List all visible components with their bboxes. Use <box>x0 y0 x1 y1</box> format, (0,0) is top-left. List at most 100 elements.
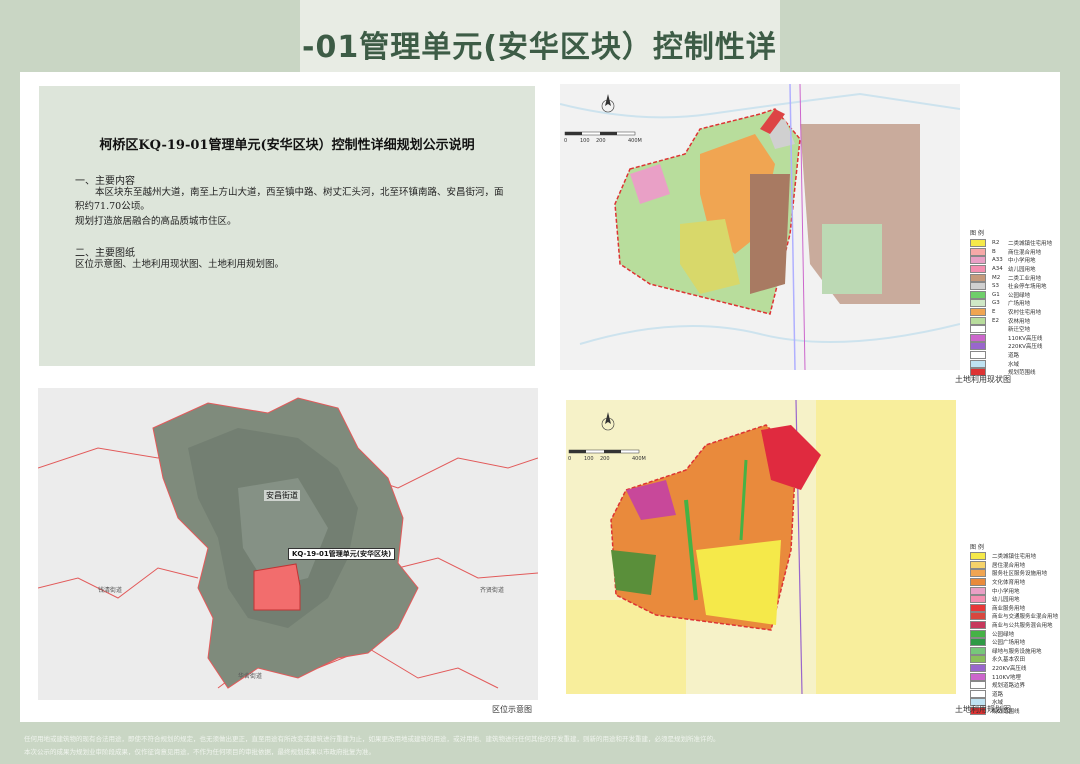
legend-code: E <box>992 309 996 316</box>
map-label-anchang: 安昌街道 <box>264 490 300 501</box>
legend-label: 社会停车场用地 <box>1008 284 1047 291</box>
legend-label: 农林用地 <box>1008 318 1031 325</box>
legend-label: 水域 <box>1008 361 1020 368</box>
location-map: 安昌街道 钱清街道 齐贤街道 华舍街道 KQ-19-01管理单元(安华区块) <box>38 388 538 700</box>
description-panel: 柯桥区KQ-19-01管理单元(安华区块）控制性详细规划公示说明 一、主要内容 … <box>39 86 535 366</box>
planned-landuse-map: 0 100 200 400M <box>566 400 956 694</box>
legend-item: M2 二类工业用地 <box>970 273 1052 282</box>
legend-swatch <box>970 351 986 360</box>
legend-swatch <box>970 552 986 561</box>
legend-label: 服务社区服务设施用地 <box>992 571 1048 578</box>
legend-swatch <box>970 239 986 248</box>
legend-label: 220KV高压线 <box>1008 344 1043 351</box>
legend-item: 道路 <box>970 689 1058 699</box>
legend-label: 公园绿地 <box>992 631 1015 638</box>
legend-swatch <box>970 664 986 673</box>
location-map-svg <box>38 388 538 700</box>
legend-swatch <box>970 681 986 690</box>
legend-item: 服务社区服务设施用地 <box>970 569 1058 578</box>
legend-label: 中小学用地 <box>1008 258 1036 265</box>
legend-label: 农村住宅用地 <box>1008 310 1042 317</box>
legend-code: M2 <box>992 274 1001 281</box>
plan-map-caption: 土地利用规划图 <box>955 705 1011 714</box>
legend-label: 110KV高压线 <box>1008 335 1043 342</box>
legend-label: 道路 <box>992 691 1004 698</box>
section2-heading: 二、主要图纸 <box>75 248 135 259</box>
legend-label: 二类工业用地 <box>1008 275 1042 282</box>
legend-swatch <box>970 265 986 274</box>
legend-item: 永久基本农田 <box>970 655 1058 664</box>
description-title: 柯桥区KQ-19-01管理单元(安华区块）控制性详细规划公示说明 <box>99 138 475 153</box>
legend-item: 公园广场用地 <box>970 638 1058 647</box>
legend-code: A33 <box>992 257 1003 264</box>
scale-400: 400M <box>628 138 642 144</box>
legend-label: 幼儿园用地 <box>992 597 1020 604</box>
footer-note-2: 本次公示的成果为规划业审阶段成果，仅作征询意见用途，不作为任何项目的审批依据，最… <box>24 748 375 756</box>
footer-note-1: 任何用地或建筑物的现有合法用途，即使不符合规划的规定，也无须做出更正，直至用途有… <box>24 735 720 743</box>
current-map-legend: 图 例 R2 二类城镇住宅用地 B 商住混合用地 A33 中小学用地 A34 幼儿园用地 M2 二… <box>970 228 1052 377</box>
legend-label: 二类城镇住宅用地 <box>992 554 1037 561</box>
legend-label: 规划道路边界 <box>992 683 1026 690</box>
legend-label: 二类城镇住宅用地 <box>1008 241 1053 248</box>
plan-map-legend: 图 例 二类城镇住宅用地 居住混合用地 服务社区服务设施用地 文化体育用地 中小学用地幼… <box>970 542 1058 715</box>
legend-swatch <box>970 333 986 342</box>
legend-label: 文化体育用地 <box>992 580 1026 587</box>
legend-label: 商住混合用地 <box>1008 249 1042 256</box>
legend-item: 商业与公共服务混合用地 <box>970 621 1058 630</box>
legend-code: G3 <box>992 300 1000 307</box>
legend-swatch <box>970 308 986 317</box>
legend-item: 商业与交通服务业混合用地 <box>970 612 1058 621</box>
legend-swatch <box>970 638 986 647</box>
legend-label: 幼儿园用地 <box>1008 267 1036 274</box>
legend-swatch <box>970 325 986 334</box>
legend-label: 商业与交通服务业混合用地 <box>992 614 1059 621</box>
legend-title: 图 例 <box>970 230 984 237</box>
legend-label: 永久基本农田 <box>992 657 1026 664</box>
scale-100: 100 <box>580 138 590 144</box>
legend-swatch <box>970 569 986 578</box>
section1-paragraph1: 本区块东至越州大道，南至上方山大道，西至镇中路、树丈汇头河，北至环镇南路、安昌街… <box>75 187 504 212</box>
legend-swatch <box>970 316 986 325</box>
location-map-caption: 区位示意图 <box>492 705 532 714</box>
legend-item: 110KV地埋 <box>970 672 1058 681</box>
map-label-qianqing: 钱清街道 <box>98 587 123 594</box>
legend-label: 公园绿地 <box>1008 292 1031 299</box>
legend-item: 幼儿园用地 <box>970 595 1058 604</box>
legend-label: 商业与公共服务混合用地 <box>992 623 1053 630</box>
legend-swatch <box>970 646 986 655</box>
legend-label: 商业服务用地 <box>992 605 1026 612</box>
legend-swatch <box>970 256 986 265</box>
plan-scale-200: 200 <box>600 456 610 462</box>
plan-legend-title: 图 例 <box>970 544 984 551</box>
legend-swatch <box>970 578 986 587</box>
legend-code: E2 <box>992 317 999 324</box>
legend-item: 商业服务用地 <box>970 603 1058 613</box>
legend-swatch <box>970 359 986 368</box>
legend-item: R2 二类城镇住宅用地 <box>970 239 1052 248</box>
legend-swatch <box>970 299 986 308</box>
legend-code: G1 <box>992 291 1000 298</box>
legend-item: 220KV高压线 <box>970 342 1052 351</box>
legend-swatch <box>970 247 986 256</box>
legend-swatch <box>970 586 986 595</box>
legend-item: E2 农林用地 <box>970 316 1052 325</box>
legend-swatch <box>970 595 986 604</box>
legend-swatch <box>970 273 986 282</box>
legend-swatch <box>970 603 986 612</box>
legend-item: 道路 <box>970 351 1052 360</box>
legend-code: R2 <box>992 240 1000 247</box>
page-title: -01管理单元(安华区块）控制性详 <box>302 30 777 65</box>
legend-item: 220KV高压线 <box>970 664 1058 673</box>
legend-swatch <box>970 655 986 664</box>
plan-map-svg <box>566 400 956 694</box>
plan-scale-400: 400M <box>632 456 646 462</box>
legend-item: 绿地与服务设施用地 <box>970 646 1058 656</box>
legend-item: A33 中小学用地 <box>970 256 1052 265</box>
legend-label: 广场用地 <box>1008 301 1031 308</box>
scale-0: 0 <box>564 138 568 144</box>
map-label-huashe: 华舍街道 <box>238 673 263 680</box>
legend-code: S3 <box>992 283 999 290</box>
map-label-qixian: 齐贤街道 <box>480 587 505 594</box>
section1-heading: 一、主要内容 <box>75 176 135 187</box>
legend-swatch <box>970 290 986 299</box>
